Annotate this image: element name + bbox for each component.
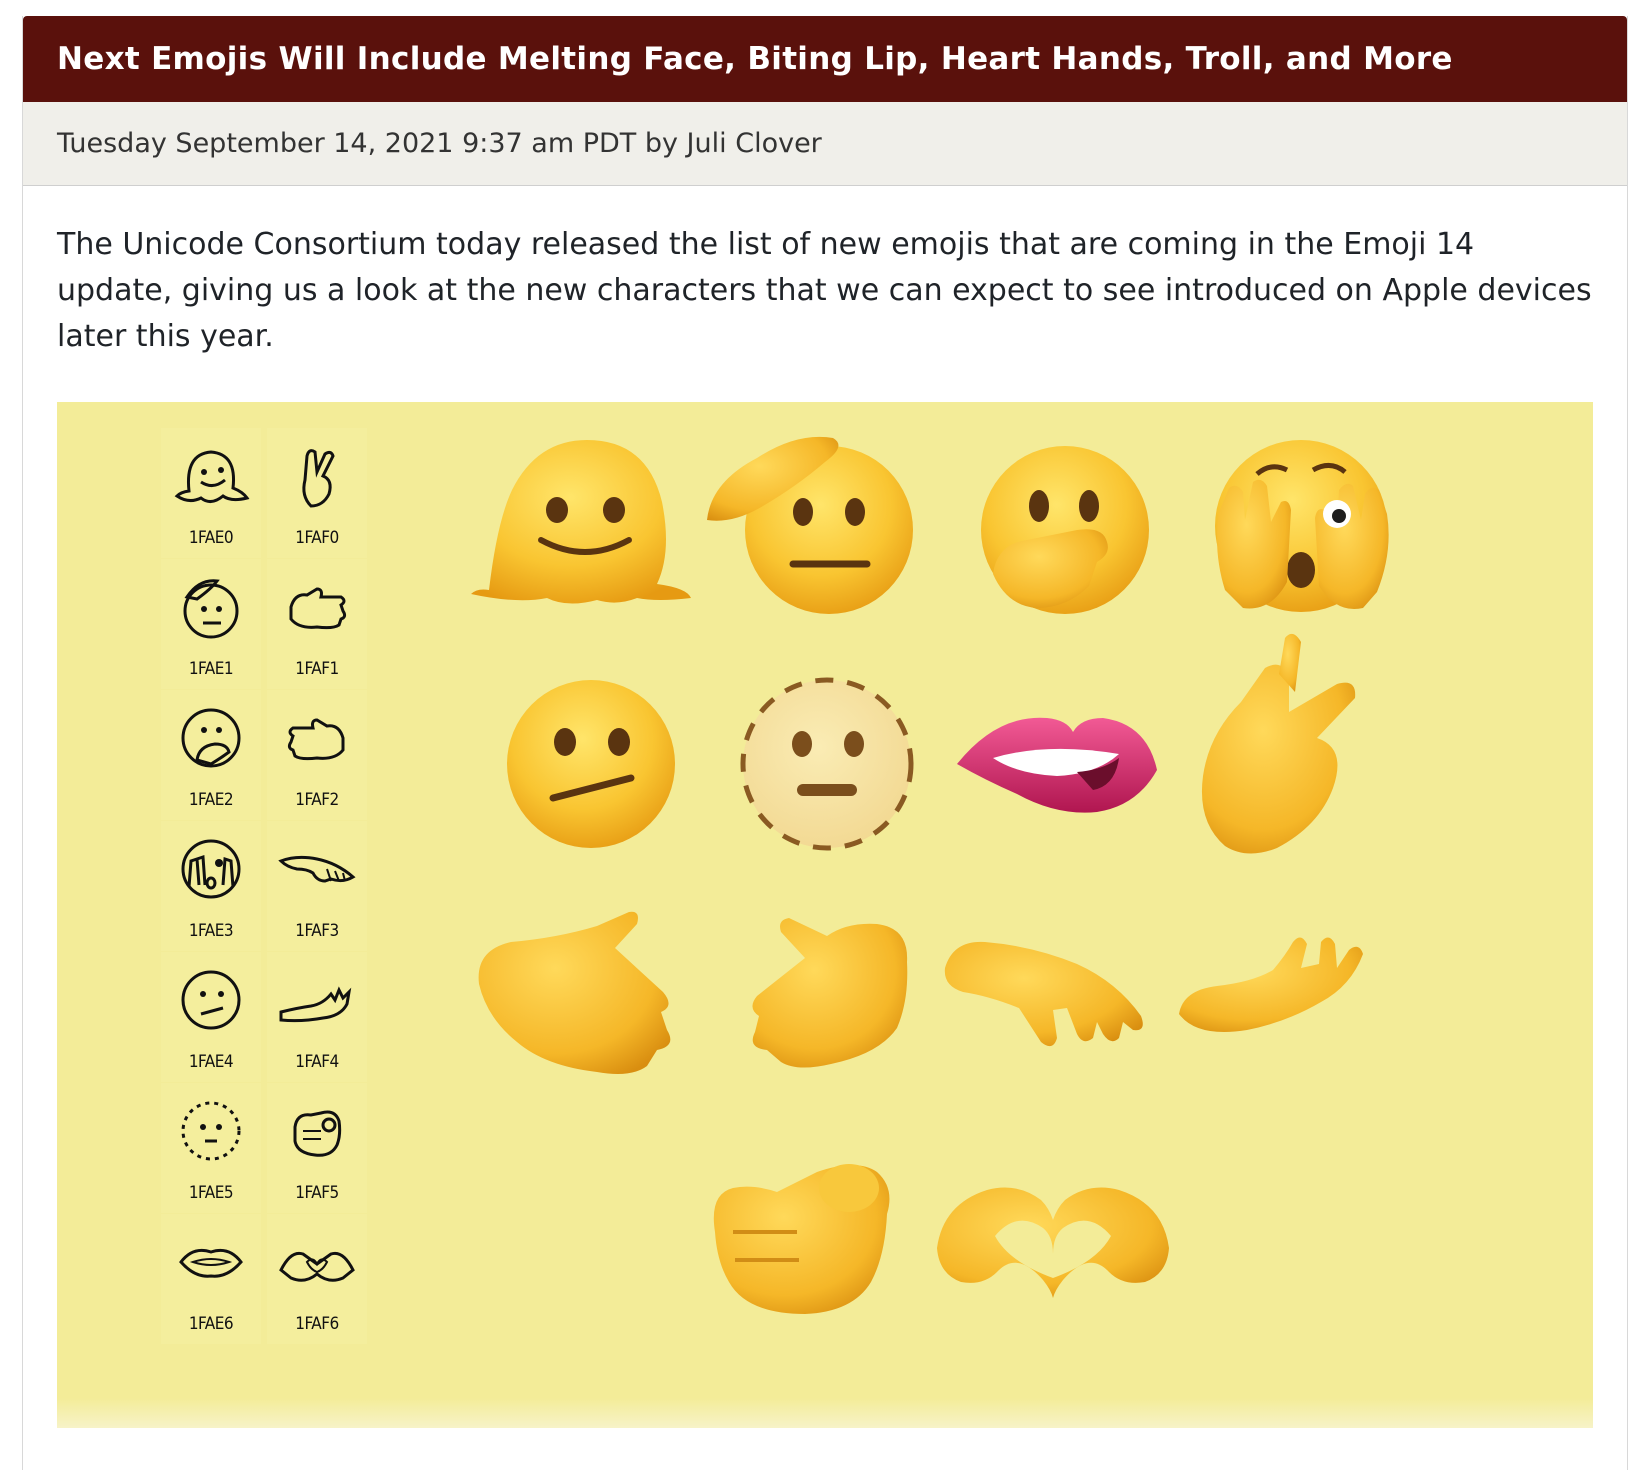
byline-bar: Tuesday September 14, 2021 9:37 am PDT b…: [23, 102, 1627, 186]
saluting-face-icon: [707, 436, 913, 614]
article-title[interactable]: Next Emojis Will Include Melting Face, B…: [57, 41, 1453, 77]
biting-lip-icon: [957, 717, 1157, 813]
palm-down-hand-icon: [944, 941, 1143, 1047]
leftwards-hand-icon: [752, 918, 908, 1068]
byline: Tuesday September 14, 2021 9:37 am PDT b…: [57, 128, 822, 159]
heart-hands-icon: [937, 1187, 1169, 1298]
rightwards-hand-icon: [478, 911, 671, 1074]
article-paragraph: The Unicode Consortium today released th…: [57, 227, 1592, 354]
melting-face-icon: [471, 440, 691, 604]
emoji-figure: 1FAE0 1FAE1 1FAE2 1FAE3 1FAE4 1FAE5 1FAE…: [57, 402, 1593, 1428]
face-open-eyes-hand-over-mouth-icon: [981, 446, 1149, 614]
palm-up-hand-icon: [1179, 937, 1363, 1032]
face-peeking-eye-icon: [1215, 440, 1389, 612]
hand-index-thumb-crossed-icon: [1201, 633, 1356, 854]
article: Next Emojis Will Include Melting Face, B…: [22, 16, 1628, 1470]
index-pointing-at-viewer-icon: [713, 1164, 890, 1314]
face-diagonal-mouth-icon: [507, 680, 675, 848]
title-bar: Next Emojis Will Include Melting Face, B…: [23, 16, 1627, 102]
color-emoji-art: [471, 436, 1389, 1314]
dotted-line-face-icon: [740, 677, 914, 851]
